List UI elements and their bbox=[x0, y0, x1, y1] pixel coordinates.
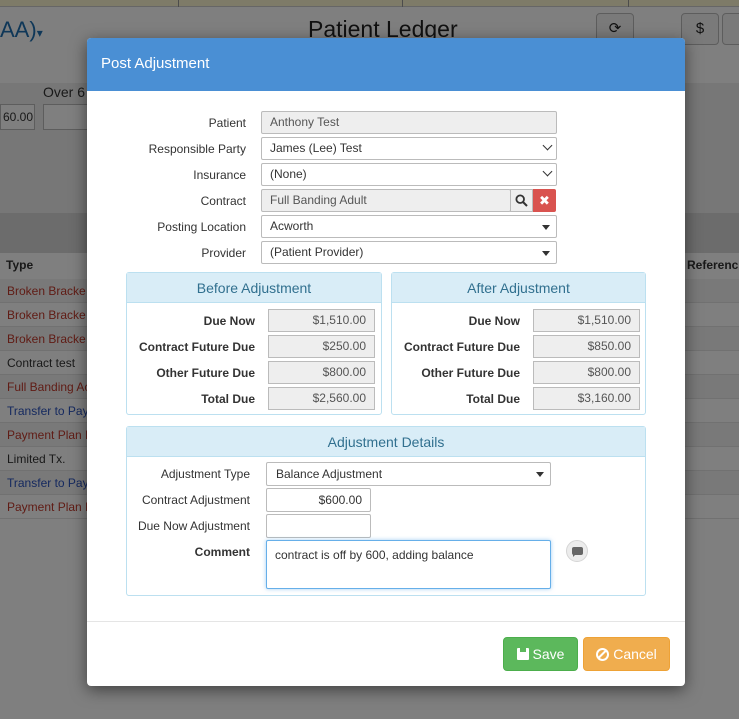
total-due-label: Total Due bbox=[466, 392, 520, 406]
after-contract-future-row: Contract Future Due $850.00 bbox=[392, 335, 647, 359]
insurance-label: Insurance bbox=[193, 168, 246, 182]
comment-templates-button[interactable] bbox=[566, 540, 588, 562]
contract-adjustment-label: Contract Adjustment bbox=[141, 493, 250, 507]
insurance-select[interactable]: (None) bbox=[261, 163, 557, 186]
after-other-future-value: $800.00 bbox=[533, 361, 640, 384]
save-button[interactable]: Save bbox=[503, 637, 578, 671]
after-other-future-row: Other Future Due $800.00 bbox=[392, 361, 647, 385]
contract-search-button[interactable] bbox=[510, 189, 533, 212]
posting-location-row: Posting Location Acworth bbox=[87, 215, 685, 239]
other-future-due-label: Other Future Due bbox=[421, 366, 520, 380]
posting-location-select[interactable]: Acworth bbox=[261, 215, 557, 238]
due-now-label: Due Now bbox=[468, 314, 520, 328]
patient-row: Patient Anthony Test bbox=[87, 111, 685, 135]
provider-label: Provider bbox=[201, 246, 246, 260]
contract-future-due-label: Contract Future Due bbox=[403, 340, 520, 354]
post-adjustment-modal: Post Adjustment Patient Anthony Test Res… bbox=[87, 38, 685, 686]
after-contract-future-value: $850.00 bbox=[533, 335, 640, 358]
adjustment-details-panel: Adjustment Details Adjustment Type Balan… bbox=[126, 426, 646, 596]
caret-down-icon bbox=[542, 251, 550, 256]
responsible-party-label: Responsible Party bbox=[148, 142, 246, 156]
chevron-down-icon bbox=[542, 140, 553, 151]
modal-body: Patient Anthony Test Responsible Party J… bbox=[87, 91, 685, 621]
floppy-disk-icon bbox=[516, 648, 529, 661]
provider-row: Provider (Patient Provider) bbox=[87, 241, 685, 265]
before-due-now-value: $1,510.00 bbox=[268, 309, 375, 332]
after-adjustment-panel: After Adjustment Due Now $1,510.00 Contr… bbox=[391, 272, 646, 415]
before-adjustment-title: Before Adjustment bbox=[127, 273, 381, 303]
before-other-future-row: Other Future Due $800.00 bbox=[127, 361, 383, 385]
before-adjustment-panel: Before Adjustment Due Now $1,510.00 Cont… bbox=[126, 272, 382, 415]
search-icon bbox=[515, 194, 528, 207]
caret-down-icon bbox=[542, 225, 550, 230]
due-now-label: Due Now bbox=[203, 314, 255, 328]
contract-clear-button[interactable]: ✖ bbox=[533, 189, 556, 212]
modal-title: Post Adjustment bbox=[101, 55, 210, 72]
before-total-row: Total Due $2,560.00 bbox=[127, 387, 383, 411]
contract-label: Contract bbox=[200, 194, 246, 208]
before-other-future-value: $800.00 bbox=[268, 361, 375, 384]
modal-footer: Save Cancel bbox=[87, 621, 685, 686]
contract-adjustment-input[interactable]: $600.00 bbox=[266, 488, 371, 512]
total-due-label: Total Due bbox=[201, 392, 255, 406]
before-total-value: $2,560.00 bbox=[268, 387, 375, 410]
patient-label: Patient bbox=[208, 116, 246, 130]
due-now-adjustment-label: Due Now Adjustment bbox=[137, 519, 250, 533]
before-contract-future-value: $250.00 bbox=[268, 335, 375, 358]
contract-field: Full Banding Adult bbox=[261, 189, 511, 212]
adjustment-type-select[interactable]: Balance Adjustment bbox=[266, 462, 551, 486]
after-total-value: $3,160.00 bbox=[533, 387, 640, 410]
caret-down-icon bbox=[536, 472, 544, 477]
comment-textarea[interactable]: contract is off by 600, adding balance bbox=[266, 540, 551, 589]
after-total-row: Total Due $3,160.00 bbox=[392, 387, 647, 411]
other-future-due-label: Other Future Due bbox=[156, 366, 255, 380]
before-due-now-row: Due Now $1,510.00 bbox=[127, 309, 383, 333]
chevron-down-icon bbox=[542, 166, 553, 177]
contract-future-due-label: Contract Future Due bbox=[138, 340, 255, 354]
cancel-button[interactable]: Cancel bbox=[583, 637, 670, 671]
ban-icon bbox=[596, 647, 610, 661]
contract-row: Contract Full Banding Adult ✖ bbox=[87, 189, 685, 213]
adjustment-type-label: Adjustment Type bbox=[160, 467, 250, 481]
comment-label: Comment bbox=[194, 545, 250, 559]
after-due-now-row: Due Now $1,510.00 bbox=[392, 309, 647, 333]
after-adjustment-title: After Adjustment bbox=[392, 273, 645, 303]
after-due-now-value: $1,510.00 bbox=[533, 309, 640, 332]
patient-field: Anthony Test bbox=[261, 111, 557, 134]
due-now-adjustment-input[interactable] bbox=[266, 514, 371, 538]
responsible-party-select[interactable]: James (Lee) Test bbox=[261, 137, 557, 160]
close-icon: ✖ bbox=[539, 193, 550, 208]
insurance-row: Insurance (None) bbox=[87, 163, 685, 187]
adjustment-details-title: Adjustment Details bbox=[127, 427, 645, 457]
posting-location-label: Posting Location bbox=[157, 220, 246, 234]
responsible-party-row: Responsible Party James (Lee) Test bbox=[87, 137, 685, 161]
modal-header: Post Adjustment bbox=[87, 38, 685, 91]
provider-select[interactable]: (Patient Provider) bbox=[261, 241, 557, 264]
before-contract-future-row: Contract Future Due $250.00 bbox=[127, 335, 383, 359]
